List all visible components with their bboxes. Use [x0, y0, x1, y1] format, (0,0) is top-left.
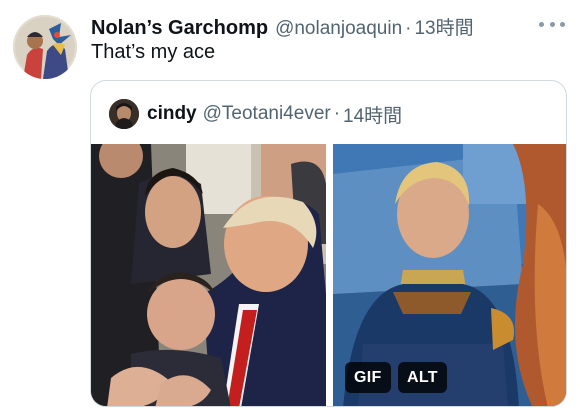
- author-avatar[interactable]: [13, 15, 77, 79]
- more-horizontal-icon: [539, 21, 544, 27]
- tweet-timestamp[interactable]: 13時間: [414, 13, 473, 40]
- quoted-author-avatar[interactable]: [109, 99, 139, 129]
- gif-badge: GIF: [345, 362, 391, 393]
- separator-dot: ·: [333, 103, 341, 124]
- separator-dot: ·: [405, 18, 412, 39]
- tweet-text: That’s my ace: [91, 41, 216, 63]
- author-display-name[interactable]: Nolan’s Garchomp: [91, 17, 268, 40]
- alt-text-button[interactable]: ALT: [398, 362, 447, 393]
- quoted-tweet-card[interactable]: cindy @Teotani4ever · 14時間 GIF ALT: [90, 80, 567, 407]
- quoted-tweet-header: cindy @Teotani4ever · 14時間: [109, 99, 402, 129]
- tweet-header: Nolan’s Garchomp @nolanjoaquin · 13時間: [91, 13, 474, 39]
- media-gif[interactable]: GIF ALT: [333, 144, 566, 406]
- quoted-author-handle[interactable]: @Teotani4ever: [203, 103, 331, 125]
- quoted-tweet-timestamp[interactable]: 14時間: [343, 101, 402, 128]
- tweet[interactable]: Nolan’s Garchomp @nolanjoaquin · 13時間 Th…: [0, 0, 580, 419]
- author-handle[interactable]: @nolanjoaquin: [275, 18, 402, 40]
- media-photo[interactable]: [91, 144, 326, 406]
- more-options-button[interactable]: [539, 14, 565, 34]
- quoted-author-display-name[interactable]: cindy: [147, 103, 197, 125]
